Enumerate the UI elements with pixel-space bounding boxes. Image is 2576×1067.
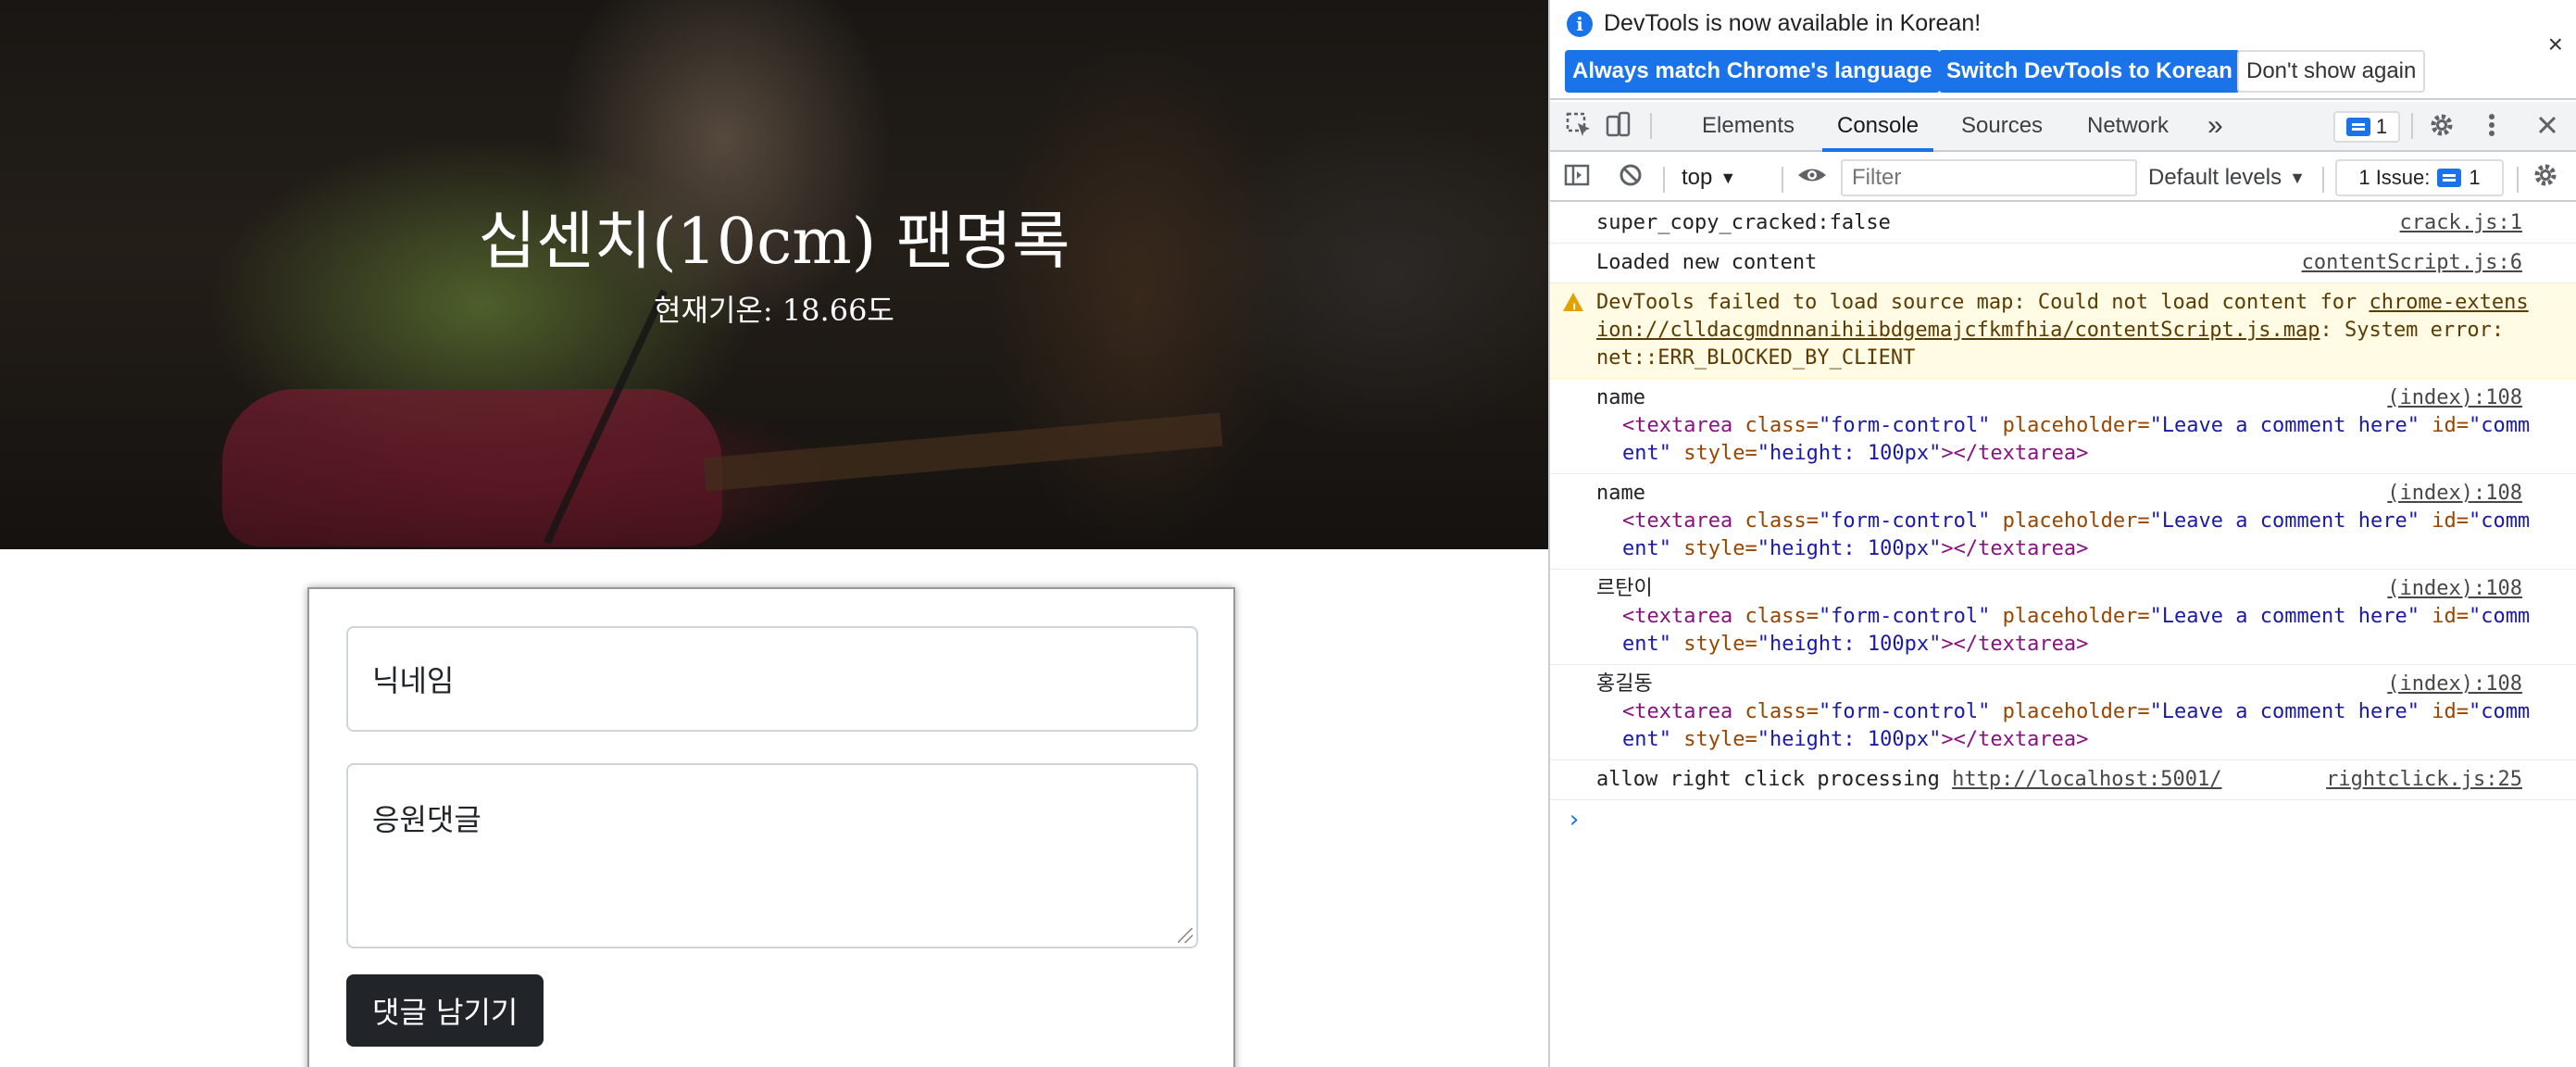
messages-badge[interactable]: 1	[2333, 111, 2400, 143]
tab-elements[interactable]: Elements	[1702, 102, 1794, 150]
log-source-link[interactable]: (index):108	[2387, 575, 2522, 603]
webpage: 십센치(10cm) 팬명록 현재기온: 18.66도 닉네임 응원댓글 댓글 남…	[0, 0, 1548, 1067]
context-value: top	[1682, 165, 1713, 190]
submit-comment-button[interactable]: 댓글 남기기	[346, 974, 544, 1047]
issues-button[interactable]: 1 Issue: 1	[2335, 159, 2504, 196]
close-icon[interactable]: ×	[2548, 30, 2563, 59]
more-options-icon[interactable]	[2476, 111, 2507, 143]
devtools-tabbar: Elements Console Sources Network » 1	[1550, 102, 2576, 152]
log-text: super_copy_cracked:false	[1596, 211, 1891, 234]
log-source-link[interactable]: contentScript.js:6	[2302, 249, 2522, 277]
console-output: super_copy_cracked:false crack.js:1 Load…	[1550, 204, 2576, 1067]
messages-count: 1	[2375, 115, 2388, 138]
console-settings-gear-icon[interactable]	[2530, 161, 2561, 193]
nickname-input[interactable]: 닉네임	[346, 626, 1198, 732]
switch-to-korean-button[interactable]: Switch DevTools to Korean	[1939, 50, 2240, 93]
console-row: 르탄이 (index):108 <textarea class="form-co…	[1550, 570, 2576, 665]
console-row: 홍길동 (index):108 <textarea class="form-co…	[1550, 665, 2576, 760]
device-toolbar-icon[interactable]	[1602, 111, 1633, 143]
dropdown-arrow-icon: ▼	[1719, 168, 1737, 187]
language-infobar: i DevTools is now available in Korean! ×…	[1550, 0, 2576, 100]
live-expression-eye-icon[interactable]	[1796, 161, 1828, 193]
console-row: allow right click processing http://loca…	[1550, 760, 2576, 800]
hero-photo-guitar-neck	[703, 412, 1223, 492]
filter-placeholder: Filter	[1852, 165, 1902, 190]
divider	[1782, 167, 1783, 193]
log-text: Loaded new content	[1596, 251, 1818, 274]
localhost-link[interactable]: http://localhost:5001/	[1952, 768, 2221, 791]
comment-form-card: 닉네임 응원댓글 댓글 남기기	[307, 587, 1235, 1067]
log-levels-label: Default levels	[2148, 165, 2282, 190]
warning-icon	[1563, 293, 1583, 323]
settings-gear-icon[interactable]	[2426, 111, 2457, 143]
dropdown-arrow-icon: ▼	[2289, 168, 2306, 187]
sidebar-toggle-icon[interactable]	[1561, 161, 1593, 193]
warning-text: DevTools failed to load source map: Coul…	[1596, 291, 2370, 314]
html-node-textarea[interactable]: <textarea class="form-control" placehold…	[1596, 603, 2535, 659]
close-devtools-icon[interactable]	[2532, 111, 2563, 143]
nickname-placeholder: 닉네임	[372, 663, 455, 698]
log-source-link[interactable]: (index):108	[2387, 384, 2522, 412]
html-node-textarea[interactable]: <textarea class="form-control" placehold…	[1596, 508, 2535, 563]
divider	[2322, 167, 2324, 193]
log-text: allow right click processing	[1596, 768, 1953, 791]
filter-input[interactable]: Filter	[1841, 159, 2137, 196]
log-levels-dropdown[interactable]: Default levels ▼	[2148, 161, 2306, 195]
info-icon: i	[1567, 11, 1593, 37]
issue-icon	[2437, 169, 2462, 187]
divider	[1650, 113, 1652, 139]
divider	[2411, 113, 2413, 139]
resize-grip-icon[interactable]	[1178, 928, 1193, 943]
issues-count: 1	[2469, 166, 2481, 189]
console-toolbar: top ▼ Filter Default levels ▼ 1 Issue: 1	[1550, 154, 2576, 202]
log-source-link[interactable]: crack.js:1	[2400, 209, 2522, 237]
clear-console-icon[interactable]	[1615, 161, 1646, 193]
console-warning-row: DevTools failed to load source map: Coul…	[1550, 283, 2576, 379]
dont-show-again-button[interactable]: Don't show again	[2237, 50, 2426, 93]
divider	[2517, 167, 2519, 193]
console-row: Loaded new content contentScript.js:6	[1550, 244, 2576, 283]
page-title: 십센치(10cm) 팬명록	[478, 206, 1070, 279]
context-selector[interactable]: top ▼	[1682, 161, 1736, 195]
current-temperature: 현재기온: 18.66도	[654, 293, 894, 328]
divider	[1663, 167, 1665, 193]
log-source-link[interactable]: (index):108	[2387, 671, 2522, 698]
console-row: name (index):108 <textarea class="form-c…	[1550, 379, 2576, 474]
console-row: super_copy_cracked:false crack.js:1	[1550, 204, 2576, 244]
hero-banner: 십센치(10cm) 팬명록 현재기온: 18.66도	[0, 0, 1548, 549]
inspect-element-icon[interactable]	[1563, 111, 1594, 143]
html-node-textarea[interactable]: <textarea class="form-control" placehold…	[1596, 412, 2535, 468]
prompt-chevron-icon: ›	[1567, 806, 1582, 834]
always-match-language-button[interactable]: Always match Chrome's language	[1565, 50, 1940, 93]
tab-sources[interactable]: Sources	[1961, 102, 2043, 150]
tab-console[interactable]: Console	[1821, 102, 1934, 152]
console-row: name (index):108 <textarea class="form-c…	[1550, 474, 2576, 570]
issues-label: 1 Issue:	[2358, 166, 2431, 189]
more-tabs-icon[interactable]: »	[2207, 102, 2223, 150]
log-source-link[interactable]: rightclick.js:25	[2326, 766, 2522, 794]
infobar-message: DevTools is now available in Korean!	[1604, 10, 1982, 36]
message-icon	[2345, 118, 2370, 136]
tab-network[interactable]: Network	[2087, 102, 2169, 150]
log-source-link[interactable]: (index):108	[2387, 480, 2522, 508]
html-node-textarea[interactable]: <textarea class="form-control" placehold…	[1596, 698, 2535, 754]
devtools-panel: i DevTools is now available in Korean! ×…	[1548, 0, 2576, 1067]
hero-photo-guitar	[222, 389, 722, 546]
console-prompt[interactable]: ›	[1550, 800, 2576, 841]
comment-placeholder: 응원댓글	[372, 802, 481, 837]
comment-textarea[interactable]: 응원댓글	[346, 763, 1198, 948]
